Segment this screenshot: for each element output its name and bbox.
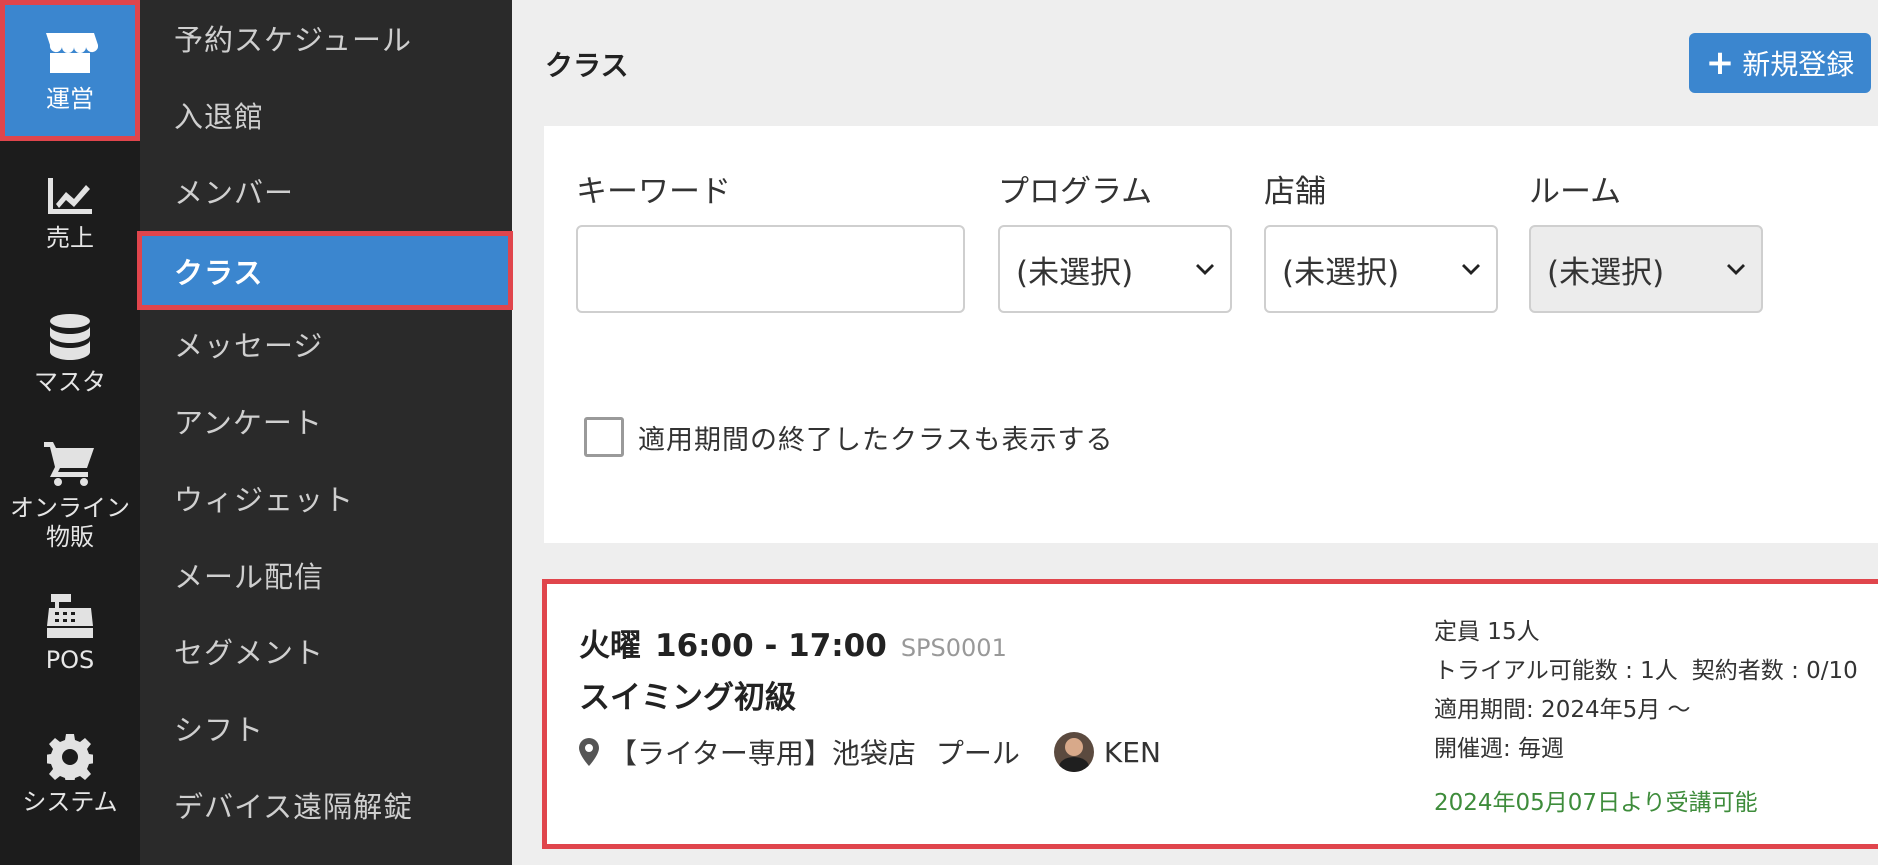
subnav-item-segments[interactable]: セグメント xyxy=(140,613,512,689)
sub-navigation: 予約スケジュール 入退館 メンバー クラス メッセージ アンケート ウィジェット… xyxy=(137,0,513,865)
class-available-from: 2024年05月07日より受講可能 xyxy=(1434,790,1758,816)
class-capacity: 定員 15人 xyxy=(1434,619,1540,645)
rail-item-online-store[interactable]: オンライン 物販 xyxy=(0,440,140,552)
class-trial-contracts: トライアル可能数 : 1人 契約者数 : 0/10 xyxy=(1434,653,1858,692)
chevron-down-icon xyxy=(1462,264,1480,275)
subnav-item-remote-unlock[interactable]: デバイス遠隔解錠 xyxy=(140,767,512,843)
store-icon xyxy=(46,33,98,73)
subnav-item-entry-exit[interactable]: 入退館 xyxy=(140,77,512,153)
program-label: プログラム xyxy=(998,174,1153,210)
show-ended-classes-row: 適用期間の終了したクラスも表示する xyxy=(584,417,1113,457)
class-trial: トライアル可能数 : 1人 xyxy=(1434,658,1678,684)
class-room: プール xyxy=(935,737,1020,770)
subnav-item-reservation-schedule[interactable]: 予約スケジュール xyxy=(140,0,512,76)
rail-item-sales[interactable]: 売上 xyxy=(0,176,140,253)
rail-item-pos[interactable]: POS xyxy=(0,594,140,675)
plus-icon: + xyxy=(1705,43,1735,83)
subnav-item-mail-delivery[interactable]: メール配信 xyxy=(140,537,512,613)
cart-icon xyxy=(44,442,94,486)
subnav-item-widgets[interactable]: ウィジェット xyxy=(140,460,512,536)
rail-item-label: POS xyxy=(45,646,95,674)
filter-panel: キーワード プログラム (未選択) 店舗 (未選択) ルーム (未選択) 適用期… xyxy=(544,126,1878,543)
subnav-item-messages[interactable]: メッセージ xyxy=(140,306,512,382)
keyword-input[interactable] xyxy=(576,225,965,313)
rail-item-system[interactable]: システム xyxy=(0,734,140,817)
rail-item-operations[interactable]: 運営 xyxy=(0,0,140,141)
class-contracts: 契約者数 : 0/10 xyxy=(1691,658,1858,684)
class-schedule: 火曜 16:00 - 17:00 SPS0001 xyxy=(579,620,1007,665)
program-select[interactable]: (未選択) xyxy=(998,225,1232,313)
store-select[interactable]: (未選択) xyxy=(1264,225,1498,313)
room-select-value: (未選択) xyxy=(1547,254,1665,291)
rail-item-label-line2: 物販 xyxy=(46,522,94,551)
new-registration-label: 新規登録 xyxy=(1742,48,1855,81)
class-card[interactable]: 火曜 16:00 - 17:00 SPS0001 スイミング初級 【ライター専用… xyxy=(542,579,1878,849)
class-period: 適用期間: 2024年5月 〜 xyxy=(1434,697,1691,723)
show-ended-classes-label[interactable]: 適用期間の終了したクラスも表示する xyxy=(638,418,1113,457)
class-code: SPS0001 xyxy=(900,634,1007,662)
rail-item-label: 運営 xyxy=(46,85,94,113)
class-details: 定員 15人 トライアル可能数 : 1人 契約者数 : 0/10 適用期間: 20… xyxy=(1434,614,1858,770)
map-pin-icon xyxy=(579,738,599,766)
rail-item-label: マスタ xyxy=(34,368,106,396)
cash-register-icon xyxy=(47,594,93,638)
store-label: 店舗 xyxy=(1264,174,1326,210)
program-select-value: (未選択) xyxy=(1016,254,1134,291)
chevron-down-icon xyxy=(1727,264,1745,275)
subnav-item-classes[interactable]: クラス xyxy=(137,231,513,310)
rail-item-label-line1: オンライン xyxy=(10,494,130,522)
subnav-item-members[interactable]: メンバー xyxy=(140,153,512,229)
instructor-name: KEN xyxy=(1103,735,1161,769)
class-frequency: 開催週: 毎週 xyxy=(1434,736,1565,762)
show-ended-classes-checkbox[interactable] xyxy=(584,417,624,457)
rail-item-label: システム xyxy=(22,788,118,816)
store-select-value: (未選択) xyxy=(1282,254,1400,291)
page-title: クラス xyxy=(545,49,629,82)
chart-line-icon xyxy=(48,178,92,214)
room-select[interactable]: (未選択) xyxy=(1529,225,1763,313)
database-icon xyxy=(50,314,90,360)
rail-item-label: 売上 xyxy=(46,224,94,252)
gear-icon xyxy=(47,734,93,780)
keyword-label: キーワード xyxy=(576,174,731,210)
room-label: ルーム xyxy=(1529,174,1622,210)
class-location-row: 【ライター専用】池袋店 プール KEN xyxy=(579,732,1161,772)
rail-item-master[interactable]: マスタ xyxy=(0,314,140,397)
subnav-item-shifts[interactable]: シフト xyxy=(140,690,512,766)
class-day: 火曜 xyxy=(579,628,641,664)
subnav-item-surveys[interactable]: アンケート xyxy=(140,383,512,459)
chevron-down-icon xyxy=(1196,264,1214,275)
icon-rail: 運営 売上 マスタ オンライン 物販 POS システム xyxy=(0,0,140,865)
new-registration-button[interactable]: + 新規登録 xyxy=(1689,33,1871,93)
class-location: 【ライター専用】池袋店 xyxy=(609,737,916,770)
class-time: 16:00 - 17:00 xyxy=(655,628,887,664)
instructor-avatar xyxy=(1053,732,1094,772)
class-name: スイミング初級 xyxy=(579,680,796,716)
